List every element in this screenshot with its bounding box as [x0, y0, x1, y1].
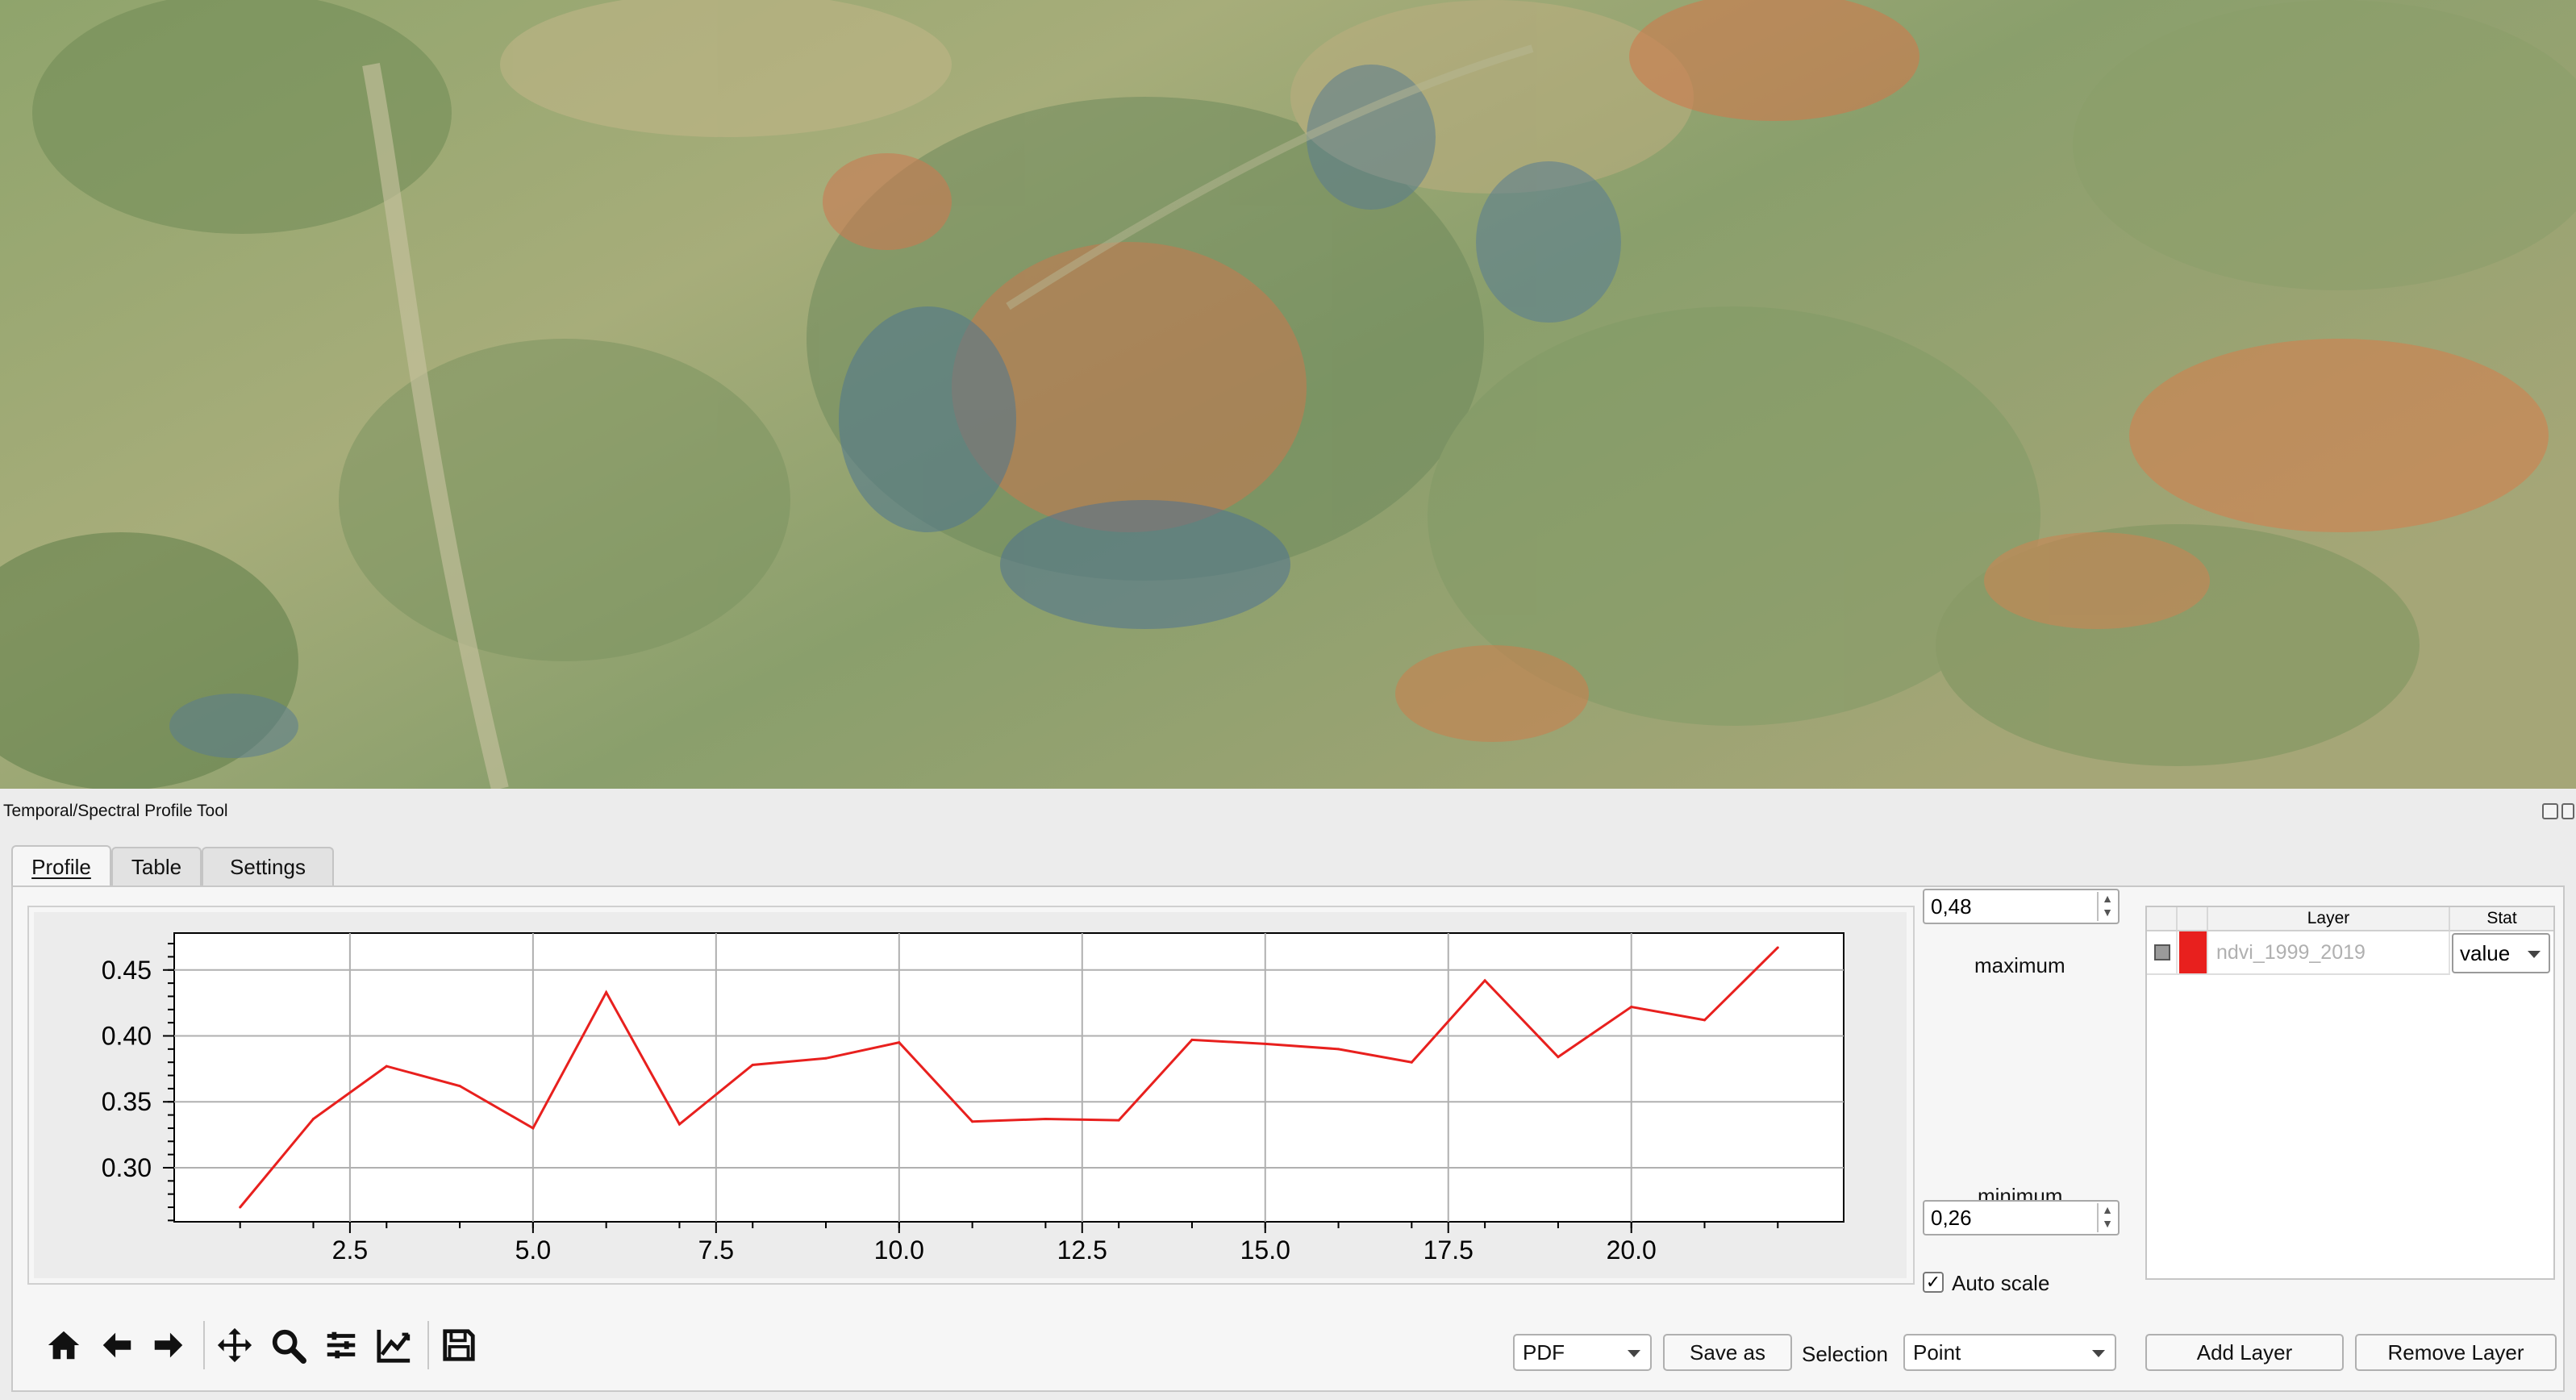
toolbar-separator	[203, 1321, 205, 1369]
tab-profile[interactable]: Profile	[11, 845, 111, 887]
zoom-icon	[272, 1329, 306, 1364]
col-checkbox-header	[2147, 907, 2178, 931]
layer-visible-checkbox[interactable]	[2154, 944, 2170, 960]
layer-color-swatch[interactable]	[2179, 931, 2207, 973]
back-arrow-icon	[102, 1332, 131, 1358]
minimum-spinbox[interactable]: 0,26 ▲ ▼	[1923, 1200, 2120, 1235]
data-point	[239, 1206, 242, 1209]
data-point	[1190, 1038, 1194, 1041]
x-tick-label: 7.5	[698, 1235, 734, 1265]
pan-button[interactable]	[215, 1325, 255, 1365]
x-tick-label: 15.0	[1240, 1235, 1290, 1265]
chevron-down-icon	[1628, 1350, 1640, 1357]
layer-row-checkbox-cell[interactable]	[2147, 931, 2178, 975]
col-stat-header[interactable]: Stat	[2450, 907, 2553, 931]
col-color-header	[2178, 907, 2208, 931]
maximum-spinbox[interactable]: 0,48 ▲ ▼	[1923, 889, 2120, 924]
x-tick-label: 10.0	[874, 1235, 924, 1265]
x-tick-label: 2.5	[332, 1235, 368, 1265]
data-point	[385, 1065, 388, 1068]
close-panel-icon[interactable]	[2561, 803, 2574, 819]
stat-combobox[interactable]: value	[2452, 933, 2550, 973]
add-layer-button[interactable]: Add Layer	[2145, 1334, 2344, 1371]
maximum-label: maximum	[1974, 953, 2065, 977]
auto-scale-label: Auto scale	[1952, 1271, 2050, 1295]
toolbar-separator	[427, 1321, 429, 1369]
back-button[interactable]	[97, 1325, 137, 1365]
data-point	[312, 1117, 315, 1120]
profile-tool-panel: Temporal/Spectral Profile Tool Profile T…	[0, 789, 2576, 1400]
y-tick-label: 0.40	[102, 1022, 152, 1051]
configure-subplots-button[interactable]	[321, 1325, 361, 1365]
data-point	[458, 1085, 461, 1088]
pan-icon	[217, 1327, 252, 1363]
spin-arrows-icon[interactable]: ▲ ▼	[2097, 1203, 2116, 1232]
chevron-down-icon	[2092, 1350, 2105, 1357]
spin-arrows-icon[interactable]: ▲ ▼	[2097, 892, 2116, 921]
data-point	[971, 1120, 974, 1123]
x-tick-label: 5.0	[515, 1235, 551, 1265]
chevron-down-icon	[2528, 951, 2541, 958]
edit-axis-button[interactable]	[374, 1325, 415, 1365]
edit-axis-icon	[377, 1329, 411, 1363]
profile-chart[interactable]: 2.5 5.0 7.5 10.0 12.5 15.0 17.5 20.0 0.30 0.35 0.4…	[29, 907, 1913, 1283]
tab-settings[interactable]: Settings	[202, 847, 334, 885]
data-point	[531, 1127, 535, 1130]
data-point	[1117, 1119, 1120, 1122]
data-point	[605, 991, 608, 994]
auto-scale-checkbox[interactable]: ✓	[1923, 1272, 1944, 1293]
home-button[interactable]	[44, 1325, 84, 1365]
data-point	[1483, 979, 1486, 982]
data-point	[1703, 1019, 1706, 1022]
y-tick-label: 0.35	[102, 1087, 152, 1116]
save-figure-button[interactable]	[439, 1325, 479, 1365]
layer-table: Layer Stat ndvi_1999_2019 value	[2145, 906, 2555, 1280]
data-point	[1776, 946, 1779, 949]
x-tick-label: 12.5	[1057, 1235, 1107, 1265]
forward-button[interactable]	[148, 1325, 189, 1365]
col-layer-header[interactable]: Layer	[2208, 907, 2450, 931]
data-point	[751, 1063, 754, 1066]
data-point	[1557, 1056, 1560, 1059]
panel-title: Temporal/Spectral Profile Tool	[3, 802, 228, 820]
layer-color-cell[interactable]	[2178, 931, 2208, 975]
save-icon	[443, 1329, 475, 1361]
plot-canvas[interactable]: 2.5 5.0 7.5 10.0 12.5 15.0 17.5 20.0 0.30 0.35 0.4…	[27, 906, 1915, 1285]
zoom-button[interactable]	[268, 1325, 308, 1365]
map-canvas[interactable]	[0, 0, 2576, 789]
layer-name-cell[interactable]: ndvi_1999_2019	[2208, 931, 2450, 975]
y-tick-label: 0.30	[102, 1153, 152, 1182]
save-as-button[interactable]: Save as	[1663, 1334, 1792, 1371]
data-point	[677, 1123, 681, 1126]
remove-layer-button[interactable]: Remove Layer	[2355, 1334, 2557, 1371]
satellite-map-image	[0, 0, 2576, 789]
data-point	[1044, 1117, 1047, 1120]
data-point	[1410, 1060, 1413, 1064]
float-panel-icon[interactable]	[2542, 803, 2558, 819]
data-point	[824, 1056, 827, 1060]
data-point	[898, 1041, 901, 1044]
selection-label: Selection	[1802, 1342, 1888, 1366]
tab-table[interactable]: Table	[111, 847, 202, 885]
selection-combobox[interactable]: Point	[1903, 1334, 2116, 1371]
home-icon	[48, 1331, 80, 1360]
x-tick-label: 17.5	[1423, 1235, 1473, 1265]
forward-arrow-icon	[154, 1332, 183, 1358]
x-tick-label: 20.0	[1607, 1235, 1657, 1265]
configure-subplots-icon	[327, 1331, 356, 1359]
data-point	[1630, 1006, 1633, 1009]
data-point	[1337, 1048, 1340, 1051]
export-format-combobox[interactable]: PDF	[1513, 1334, 1652, 1371]
y-tick-label: 0.45	[102, 956, 152, 985]
data-point	[1264, 1042, 1267, 1045]
